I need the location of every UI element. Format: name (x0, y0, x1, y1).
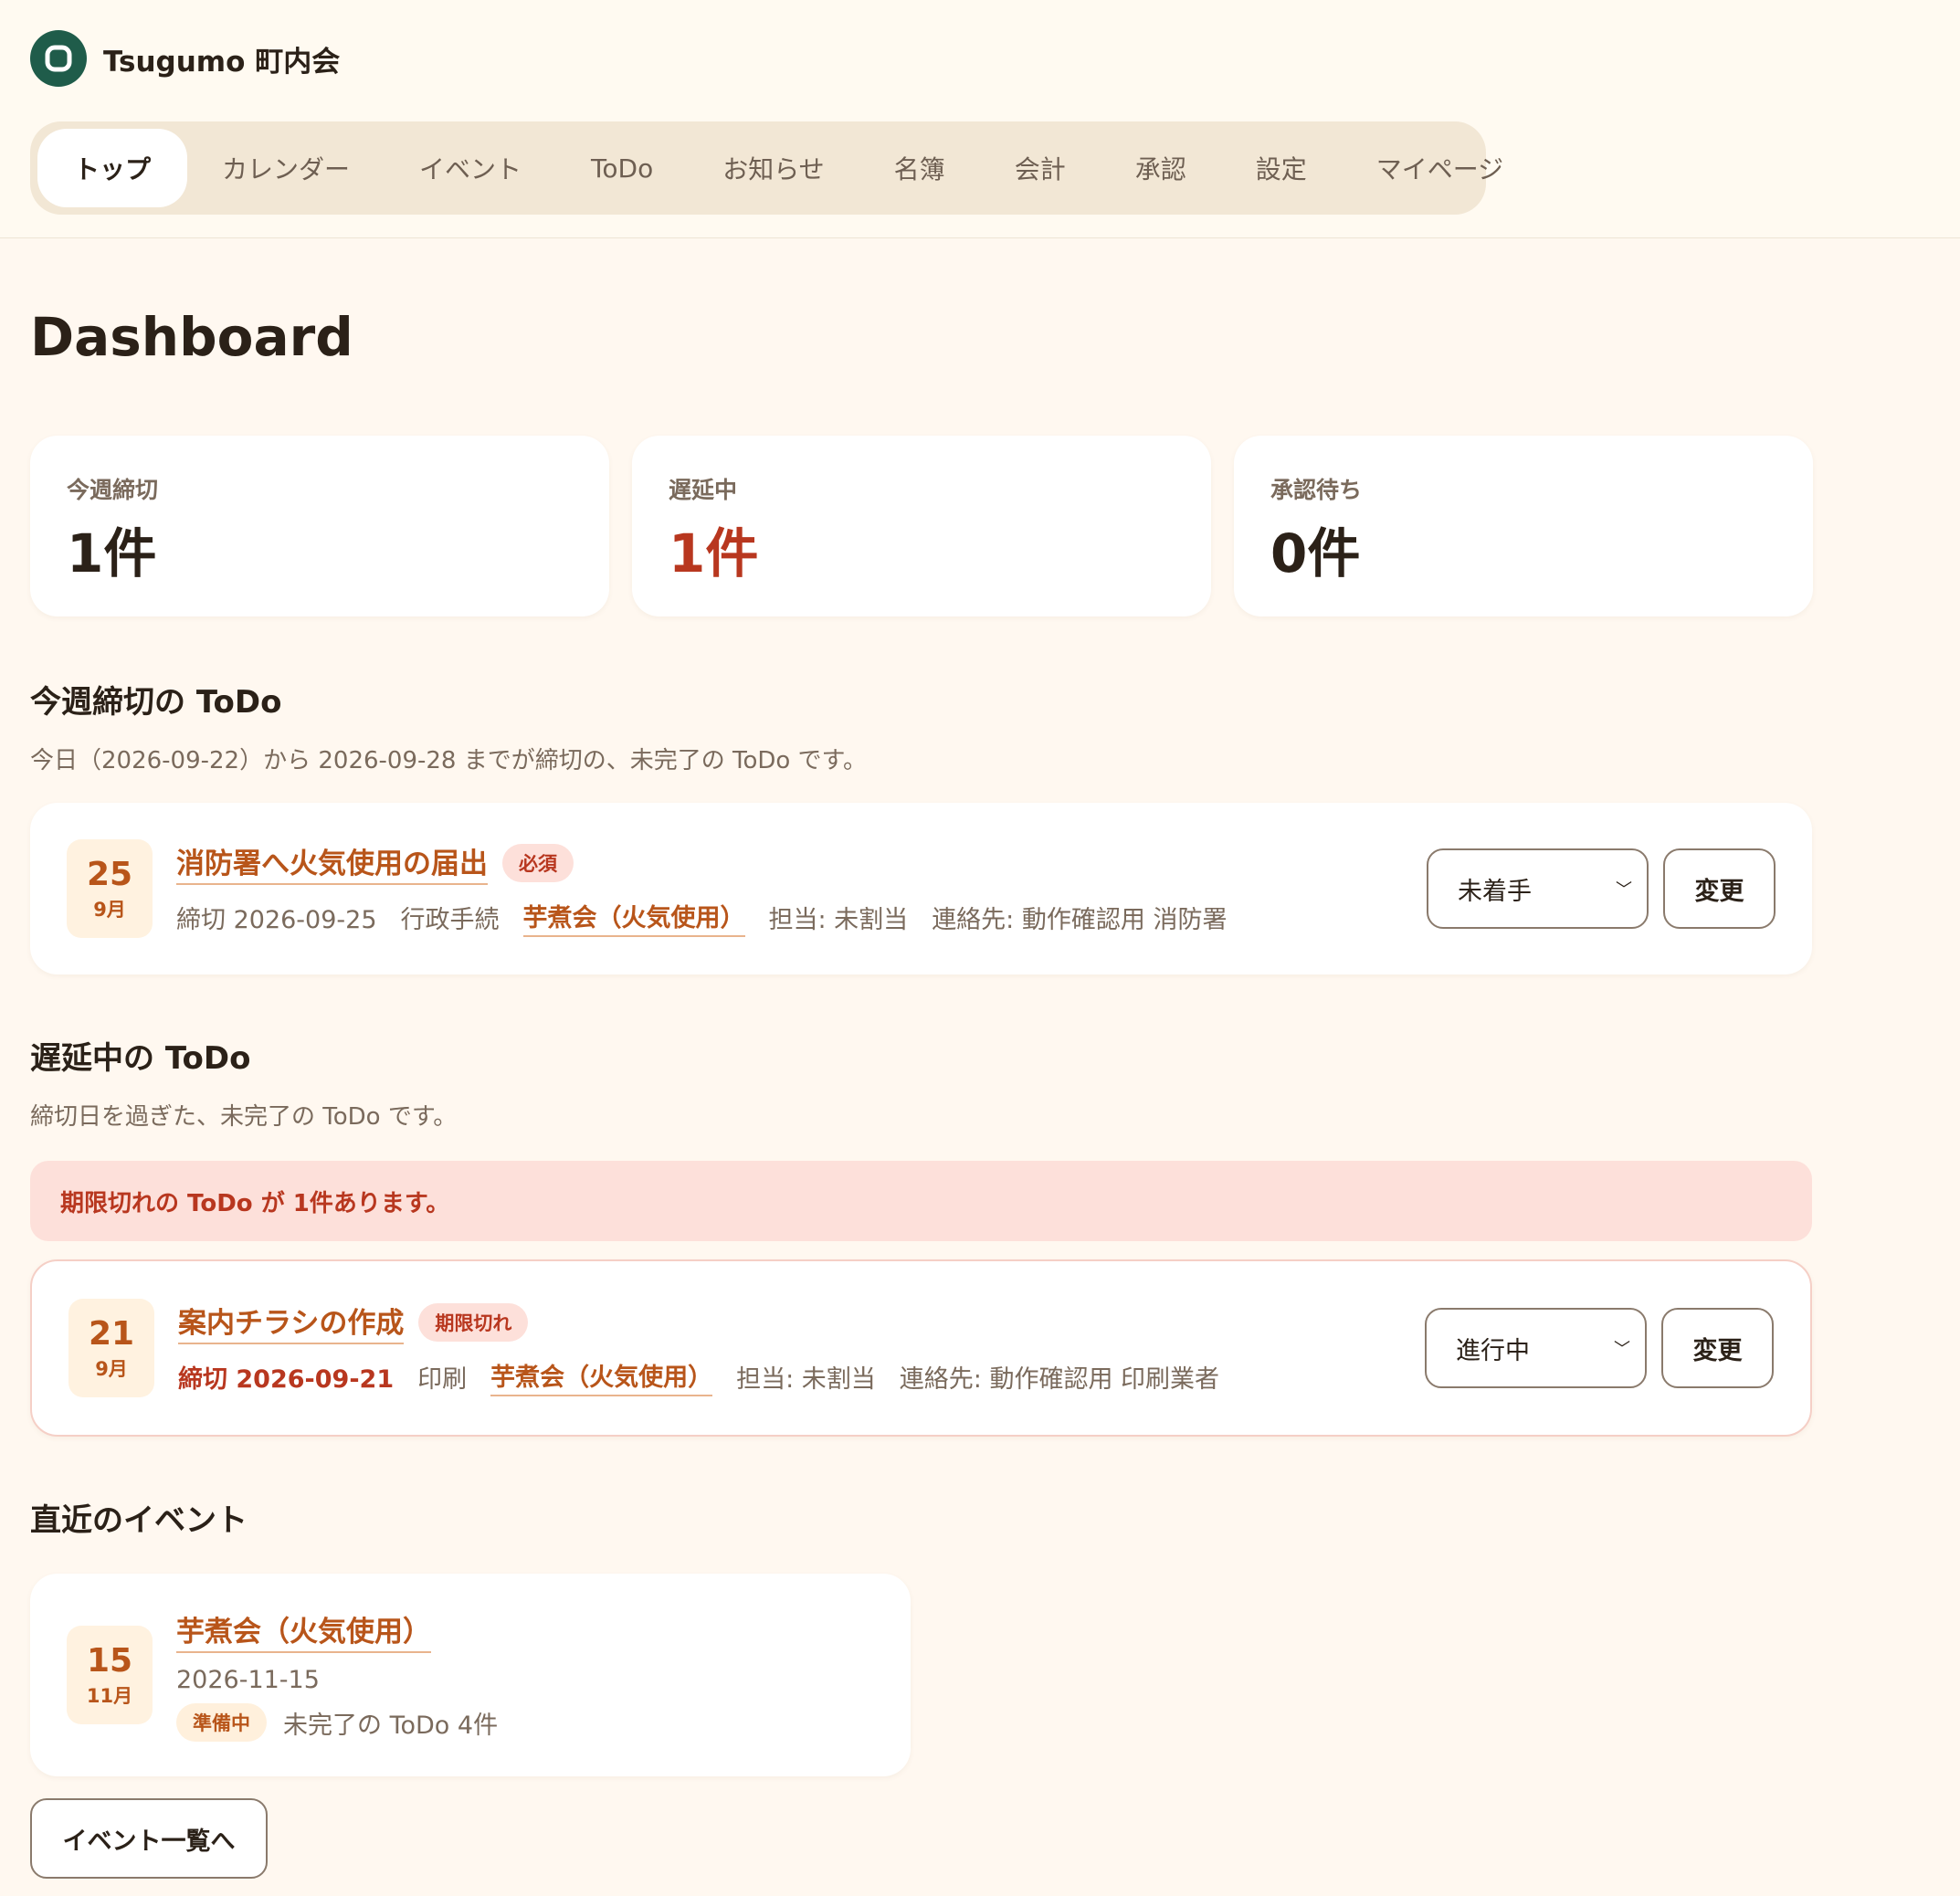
date-month: 9月 (95, 1358, 128, 1380)
stats-row: 今週締切 1件 遅延中 1件 承認待ち 0件 (30, 436, 1960, 616)
nav-item-roster[interactable]: 名簿 (859, 129, 980, 207)
stat-card-overdue: 遅延中 1件 (632, 436, 1211, 616)
section-title: 遅延中の ToDo (30, 1040, 251, 1077)
date-day: 25 (86, 856, 133, 893)
event-status-badge: 準備中 (176, 1703, 267, 1742)
section-title: 今週締切の ToDo (30, 684, 282, 721)
change-button[interactable]: 変更 (1661, 1308, 1774, 1388)
nav-item-accounting[interactable]: 会計 (980, 129, 1101, 207)
overdue-section: 遅延中の ToDo 締切日を過ぎた、未完了の ToDo です。 期限切れの To… (30, 1038, 1960, 1437)
site-header: Tsugumo 町内会 トップ カレンダー イベント ToDo お知らせ 名簿 … (0, 0, 1960, 238)
change-button[interactable]: 変更 (1663, 848, 1776, 929)
todo-contact: 連絡先: 動作確認用 印刷業者 (899, 1365, 1220, 1394)
date-day: 21 (88, 1315, 135, 1353)
todo-body: 案内チラシの作成 期限切れ 締切 2026-09-21 印刷 芋煮会（火気使用）… (178, 1300, 1425, 1396)
todo-assignee: 担当: 未割当 (768, 906, 909, 934)
stat-label: 承認待ち (1270, 477, 1363, 503)
event-title-link[interactable]: 芋煮会（火気使用） (176, 1608, 431, 1653)
nav-item-mypage[interactable]: マイページ (1342, 129, 1538, 207)
todo-deadline: 締切 2026-09-25 (176, 906, 377, 934)
stat-card-due-this-week: 今週締切 1件 (30, 436, 609, 616)
date-badge: 25 9月 (67, 839, 153, 938)
event-date: 2026-11-15 (176, 1666, 320, 1694)
date-day: 15 (86, 1642, 133, 1680)
stat-value: 0件 (1270, 522, 1361, 585)
event-status-row: 準備中 未完了の ToDo 4件 (176, 1703, 498, 1742)
nav-item-events[interactable]: イベント (385, 129, 556, 207)
chevron-down-icon: ﹀ (1614, 1340, 1630, 1359)
nav-item-top[interactable]: トップ (37, 129, 188, 207)
status-select[interactable]: 進行中 ﹀ (1425, 1308, 1647, 1388)
todo-card: 25 9月 消防署へ火気使用の届出 必須 締切 2026-09-25 行政手続 … (30, 803, 1812, 974)
nav-item-approval[interactable]: 承認 (1101, 129, 1221, 207)
todo-event-link[interactable]: 芋煮会（火気使用） (522, 898, 745, 937)
todo-deadline: 締切 2026-09-21 (178, 1365, 395, 1394)
status-select[interactable]: 未着手 ﹀ (1427, 848, 1649, 929)
overdue-alert: 期限切れの ToDo が 1件あります。 (30, 1161, 1812, 1241)
page-title: Dashboard (30, 306, 353, 368)
overdue-badge: 期限切れ (418, 1302, 529, 1342)
todo-title-link[interactable]: 消防署へ火気使用の届出 (176, 840, 488, 885)
stat-value: 1件 (67, 522, 157, 585)
todo-category: 印刷 (417, 1365, 468, 1394)
event-card: 15 11月 芋煮会（火気使用） 2026-11-15 準備中 未完了の ToD… (30, 1574, 911, 1776)
todo-category: 行政手続 (400, 906, 500, 934)
section-description: 締切日を過ぎた、未完了の ToDo です。 (30, 1103, 458, 1131)
this-week-section: 今週締切の ToDo 今日（2026-09-22）から 2026-09-28 ま… (30, 682, 1960, 974)
todo-title-row: 案内チラシの作成 期限切れ (178, 1300, 1425, 1344)
todo-actions: 未着手 ﹀ 変更 (1427, 848, 1776, 929)
events-section: 直近のイベント 15 11月 芋煮会（火気使用） 2026-11-15 準備中 … (30, 1501, 1960, 1879)
section-description: 今日（2026-09-22）から 2026-09-28 までが締切の、未完了の … (30, 747, 867, 774)
todo-title-row: 消防署へ火気使用の届出 必須 (176, 840, 1427, 885)
nav-item-notices[interactable]: お知らせ (688, 129, 859, 207)
date-month: 11月 (86, 1685, 133, 1707)
todo-title-link[interactable]: 案内チラシの作成 (178, 1300, 405, 1344)
main-nav: トップ カレンダー イベント ToDo お知らせ 名簿 会計 承認 設定 マイペ… (30, 121, 1503, 215)
todo-contact: 連絡先: 動作確認用 消防署 (932, 906, 1228, 934)
todo-meta: 締切 2026-09-21 印刷 芋煮会（火気使用） 担当: 未割当 連絡先: … (178, 1357, 1425, 1396)
todo-meta: 締切 2026-09-25 行政手続 芋煮会（火気使用） 担当: 未割当 連絡先… (176, 898, 1427, 937)
main-content: Dashboard 今週締切 1件 遅延中 1件 承認待ち 0件 今週締切の T… (0, 302, 1960, 1879)
app-logo-icon (30, 30, 87, 87)
event-body: 芋煮会（火気使用） 2026-11-15 準備中 未完了の ToDo 4件 (176, 1608, 498, 1742)
todo-actions: 進行中 ﹀ 変更 (1425, 1308, 1774, 1388)
chevron-down-icon: ﹀ (1616, 880, 1632, 900)
nav-item-todo[interactable]: ToDo (556, 129, 688, 207)
nav-item-calendar[interactable]: カレンダー (187, 129, 385, 207)
todo-event-link[interactable]: 芋煮会（火気使用） (490, 1357, 713, 1396)
todo-body: 消防署へ火気使用の届出 必須 締切 2026-09-25 行政手続 芋煮会（火気… (176, 840, 1427, 937)
nav-item-settings[interactable]: 設定 (1221, 129, 1342, 207)
event-todo-count: 未完了の ToDo 4件 (283, 1711, 499, 1740)
date-badge: 21 9月 (68, 1299, 154, 1397)
todo-assignee: 担当: 未割当 (736, 1365, 876, 1394)
stat-label: 遅延中 (669, 477, 738, 503)
brand[interactable]: Tsugumo 町内会 (30, 30, 1960, 87)
date-month: 9月 (93, 899, 126, 921)
stat-value: 1件 (669, 522, 759, 585)
status-select-value: 未着手 (1458, 877, 1532, 906)
app-name: Tsugumo 町内会 (103, 45, 341, 79)
event-list-button[interactable]: イベント一覧へ (30, 1798, 268, 1879)
todo-card: 21 9月 案内チラシの作成 期限切れ 締切 2026-09-21 印刷 芋煮会… (30, 1259, 1812, 1437)
stat-card-pending-approval: 承認待ち 0件 (1234, 436, 1813, 616)
stat-label: 今週締切 (67, 477, 159, 503)
section-title: 直近のイベント (30, 1502, 248, 1539)
status-select-value: 進行中 (1456, 1336, 1530, 1365)
required-badge: 必須 (502, 843, 574, 882)
date-badge: 15 11月 (67, 1626, 153, 1724)
